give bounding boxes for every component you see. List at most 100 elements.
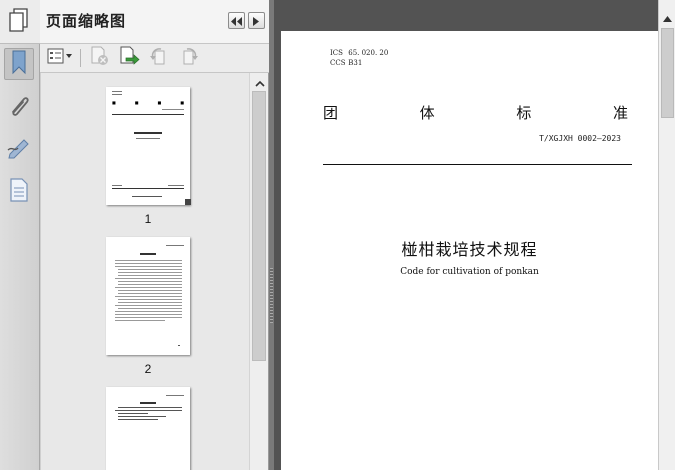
scrollbar-thumb[interactable] (252, 91, 266, 361)
toc-line (118, 299, 182, 300)
rotate-counterclockwise-button[interactable] (148, 47, 170, 69)
toc-line (115, 263, 182, 264)
thumbnail-options-icon (47, 48, 73, 68)
toc-line (118, 308, 182, 309)
thumbnails-scrollbar[interactable] (249, 73, 268, 470)
page-thumbnail-3[interactable] (106, 387, 190, 470)
ccs-line: CCS B31 (330, 59, 362, 67)
toc-line (118, 275, 182, 276)
thumbnail-options-button[interactable] (46, 47, 74, 69)
toc-line (118, 293, 182, 294)
document-scrollbar[interactable] (658, 0, 675, 470)
thumb-line (112, 185, 122, 186)
pages-panel-button[interactable] (4, 6, 34, 38)
toc-line (115, 260, 182, 261)
toc-line (118, 281, 182, 282)
panel-title: 页面缩略图 (46, 12, 127, 30)
rotate-clockwise-button[interactable] (178, 47, 200, 69)
thumb-line (162, 109, 184, 110)
bookmark-icon (10, 49, 28, 79)
collapse-panel-button[interactable] (228, 12, 245, 29)
thumb-page-mark (178, 345, 180, 346)
bookmarks-panel-button[interactable] (4, 48, 34, 80)
scroll-up-button[interactable] (250, 73, 269, 90)
document-title-english: Code for cultivation of ponkan (400, 267, 539, 277)
extract-page-icon (118, 46, 140, 70)
signatures-panel-button[interactable] (4, 134, 34, 166)
toc-line (115, 311, 182, 312)
rotate-ccw-icon (149, 46, 169, 70)
navigation-strip (0, 0, 40, 470)
thumb-line (132, 196, 162, 197)
toc-line (115, 320, 165, 321)
triangle-up-icon (663, 7, 672, 26)
thumb-rule (112, 188, 184, 189)
ics-value: 65. 020. 20 (348, 49, 389, 57)
document-title-chinese: 椪柑栽培技术规程 (401, 240, 538, 259)
thumb-line (168, 185, 184, 186)
thumb-line (118, 419, 158, 420)
ccs-label: CCS (330, 59, 346, 67)
ics-line: ICS 65. 020. 20 (330, 49, 388, 57)
header-rule (323, 164, 632, 165)
thumb-line (166, 245, 184, 246)
extract-page-button[interactable] (118, 46, 140, 70)
signature-icon (6, 136, 32, 164)
collapse-left-icon (231, 11, 242, 30)
thumb-line (115, 410, 182, 411)
document-view: ICS 65. 020. 20 CCS B31 团 体 标 准 T/XGJXH … (274, 0, 658, 470)
page-number-label-2: 2 (144, 362, 152, 376)
thumb-subtitle (136, 138, 160, 139)
ics-label: ICS (330, 49, 343, 57)
layers-page-icon (9, 177, 29, 207)
toc-line (118, 269, 182, 270)
thumb-line (118, 413, 148, 414)
rotate-cw-icon (179, 46, 199, 70)
thumb-rule (112, 114, 184, 115)
document-scroll-up-button[interactable] (659, 8, 675, 25)
thumbnail-list[interactable]: ■ ■ ■ ■ 1 2 (40, 73, 249, 470)
pages-icon (8, 7, 30, 37)
toc-line (115, 317, 182, 318)
thumbnails-toolbar (40, 44, 269, 73)
attachments-panel-button[interactable] (4, 91, 34, 123)
thumb-line (118, 416, 166, 417)
delete-page-icon (89, 46, 109, 70)
toc-line (118, 284, 182, 285)
toc-line (115, 278, 182, 279)
toolbar-separator (80, 49, 81, 67)
thumb-heading (140, 253, 156, 255)
document-scrollbar-thumb[interactable] (661, 28, 674, 118)
standard-type-char: 体 (419, 104, 435, 122)
expand-right-icon (253, 11, 260, 30)
standard-type-char: 准 (612, 104, 628, 122)
thumb-line (118, 407, 182, 408)
panel-header: 页面缩略图 (40, 0, 269, 44)
delete-page-button[interactable] (88, 46, 110, 70)
content-panel-button[interactable] (4, 176, 34, 208)
standard-type-char: 团 (323, 104, 339, 122)
document-page: ICS 65. 020. 20 CCS B31 团 体 标 准 T/XGJXH … (281, 31, 658, 470)
toc-line (115, 314, 182, 315)
paperclip-icon (7, 92, 31, 122)
thumb-heading (140, 402, 156, 404)
toc-line (118, 302, 182, 303)
ccs-value: B31 (348, 59, 363, 67)
pdf-reader-window: 页面缩略图 ■ ■ ■ ■ 1 2 ICS 65. 020. 20 CCS B3… (0, 0, 675, 470)
page-thumbnail-1[interactable]: ■ ■ ■ ■ (106, 87, 190, 205)
thumb-line (166, 395, 184, 396)
toc-line (115, 266, 182, 267)
toc-line (115, 305, 182, 306)
standard-type-heading: 团 体 标 准 (323, 102, 628, 123)
thumb-title (134, 132, 162, 134)
page-number-label-1: 1 (144, 212, 152, 226)
thumb-line (112, 91, 122, 92)
thumb-line (112, 94, 122, 95)
page-thumbnail-2[interactable] (106, 237, 190, 355)
page-thumbnails-panel: 页面缩略图 ■ ■ ■ ■ 1 2 (40, 0, 269, 470)
thumbnail-resize-handle[interactable] (185, 199, 191, 205)
toc-line (115, 296, 182, 297)
toc-line (118, 290, 182, 291)
expand-panel-button[interactable] (248, 12, 265, 29)
chevron-up-icon (254, 72, 265, 91)
